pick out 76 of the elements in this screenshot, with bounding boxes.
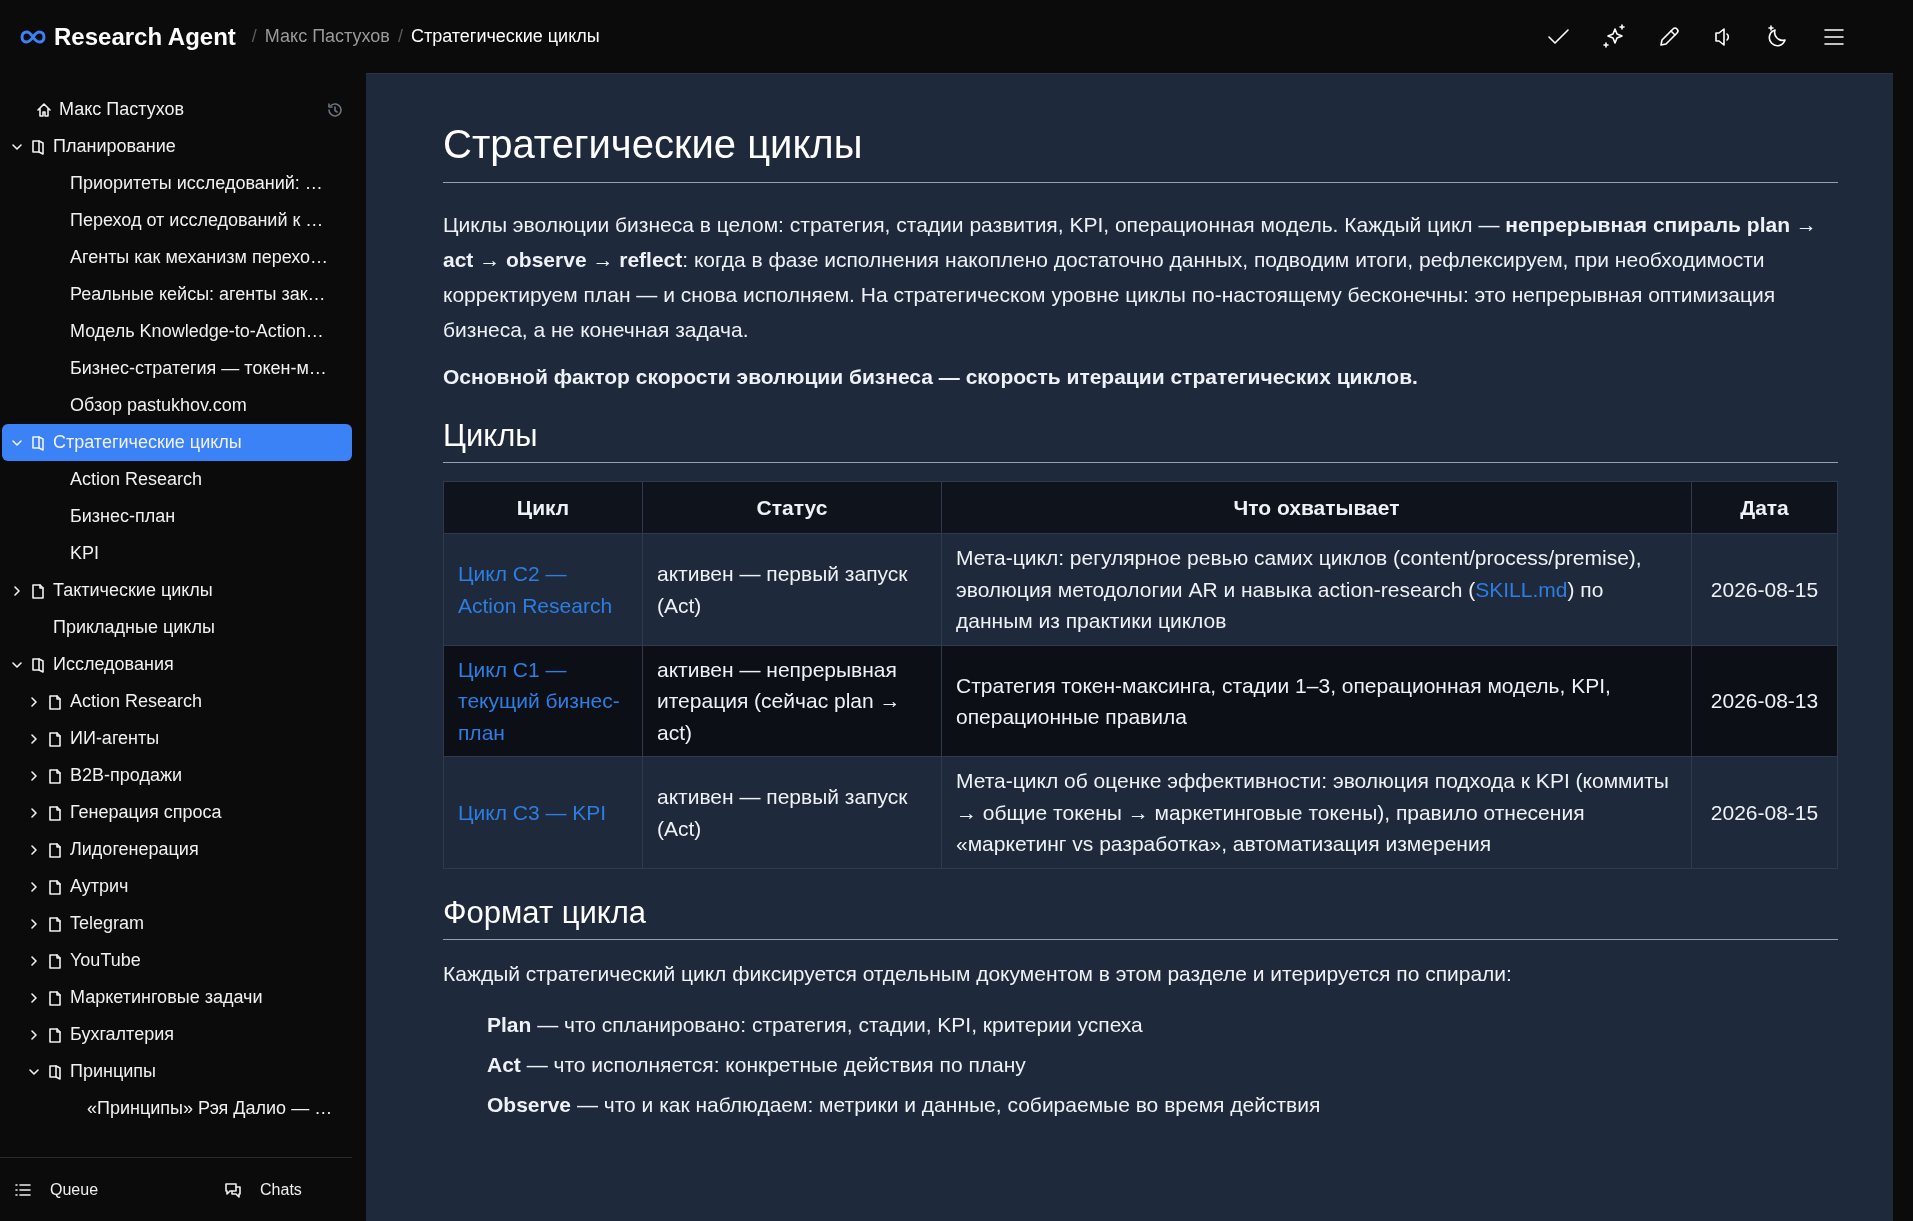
- tree-item[interactable]: «Принципы» Рэя Далио — …: [2, 1090, 352, 1127]
- open-book-icon: [31, 656, 45, 673]
- tree-item[interactable]: Аутрич: [2, 868, 352, 905]
- tree-item[interactable]: Прикладные циклы: [2, 609, 352, 646]
- page-title: Стратегические циклы: [443, 118, 1838, 183]
- tree-item[interactable]: Обзор pastukhov.com: [2, 387, 352, 424]
- page-icon: [48, 841, 62, 858]
- home-link[interactable]: Макс Пастухов: [2, 91, 352, 128]
- breadcrumb-link[interactable]: Стратегические циклы: [410, 23, 600, 50]
- open-book-icon: [48, 1063, 62, 1080]
- tree-item[interactable]: Telegram: [2, 905, 352, 942]
- section-heading: Циклы: [443, 416, 1838, 464]
- breadcrumb-separator: /: [397, 25, 403, 48]
- column-header: Дата: [1691, 481, 1838, 534]
- table-cell: Стратегия токен-максинга, стадии 1–3, операционная модель, KPI, операционные правила: [941, 645, 1692, 757]
- chat-icon: [224, 1180, 243, 1199]
- paragraph: Циклы эволюции бизнеса в целом: стратегия, стадии развития, KPI, операционная модель. Каждый цикл — непрерывная спираль plan → act → observe → reflect: когда в фазе исполнения накоплено достаточно данных, подводим итоги, рефлексируем, при необходимости корректируем план — и снова исполняем. На стратегическом уровне циклы по-настоящему бесконечны: это непрерывная оптимизация бизнеса, а не конечная задача.: [443, 212, 1818, 343]
- list-item: Act — что исполняется: конкретные действия по плану: [487, 1052, 1027, 1079]
- table-cell: активен — первый запуск (Act): [642, 756, 942, 869]
- table-cell: активен — непрерывная итерация (сейчас plan → act): [642, 645, 942, 757]
- table-cell: 2026-08-15: [1691, 756, 1838, 869]
- column-header: Цикл: [443, 481, 643, 534]
- column-header: Что охватывает: [941, 481, 1692, 534]
- table-cell: 2026-08-15: [1691, 533, 1838, 646]
- tree-item[interactable]: Бизнес-стратегия — токен-м…: [2, 350, 352, 387]
- paragraph: Каждый стратегический цикл фиксируется отдельным документом в этом разделе и итерируется по спирали:: [443, 961, 1513, 988]
- breadcrumb-link[interactable]: Макс Пастухов: [264, 23, 390, 50]
- list-item: Observe — что и как наблюдаем: метрики и данные, собираемые во время действия: [487, 1092, 1322, 1119]
- app-title: Research Agent: [54, 21, 236, 52]
- tree-item[interactable]: Модель Knowledge-to-Action…: [2, 313, 352, 350]
- table-cell: активен — первый запуск (Act): [642, 533, 942, 646]
- page-icon: [48, 730, 62, 747]
- tree-item[interactable]: Планирование: [2, 128, 352, 165]
- tree-item[interactable]: Лидогенерация: [2, 831, 352, 868]
- table-cell: 2026-08-13: [1691, 645, 1838, 757]
- column-header: Статус: [642, 481, 942, 534]
- page-icon: [48, 952, 62, 969]
- tree-item[interactable]: Агенты как механизм перехо…: [2, 239, 352, 276]
- tree-item[interactable]: B2B-продажи: [2, 757, 352, 794]
- footer-tab[interactable]: Queue: [14, 1177, 99, 1202]
- tree-item[interactable]: Генерация спроса: [2, 794, 352, 831]
- table-cell: Мета-цикл об оценке эффективности: эволюция подхода к KPI (коммиты → общие токены → маркетинговые токены), правило отнесения «маркетинг vs разработка», автоматизация измерения: [941, 756, 1692, 869]
- breadcrumb-separator: /: [251, 25, 257, 48]
- tree-item[interactable]: Тактические циклы: [2, 572, 352, 609]
- section-heading: Формат цикла: [443, 892, 1838, 941]
- tree-item[interactable]: Маркетинговые задачи: [2, 979, 352, 1016]
- tree-item[interactable]: Бизнес-план: [2, 498, 352, 535]
- footer-tab[interactable]: Chats: [224, 1177, 302, 1202]
- list-item: Plan — что спланировано: стратегия, стадии, KPI, критерии успеха: [487, 1012, 1144, 1039]
- tree-item[interactable]: Action Research: [2, 683, 352, 720]
- paragraph: Основной фактор скорости эволюции бизнеса — скорость итерации стратегических циклов.: [443, 364, 1419, 390]
- home-icon: [36, 101, 52, 118]
- tree-item[interactable]: Приоритеты исследований: …: [2, 165, 352, 202]
- page-icon: [48, 915, 62, 932]
- page-icon: [48, 693, 62, 710]
- tree-item[interactable]: KPI: [2, 535, 352, 572]
- open-book-icon: [31, 138, 45, 155]
- page-icon: [48, 1026, 62, 1043]
- page-icon: [48, 989, 62, 1006]
- infinity-logo-icon: [20, 29, 46, 44]
- page-icon: [48, 804, 62, 821]
- tree-item[interactable]: ИИ-агенты: [2, 720, 352, 757]
- page-icon: [48, 767, 62, 784]
- page-icon: [31, 582, 45, 599]
- tree-item[interactable]: Бухгалтерия: [2, 1016, 352, 1053]
- tree-item[interactable]: Принципы: [2, 1053, 352, 1090]
- tree-item[interactable]: YouTube: [2, 942, 352, 979]
- tree-item[interactable]: Переход от исследований к …: [2, 202, 352, 239]
- tree-item[interactable]: Исследования: [2, 646, 352, 683]
- open-book-icon: [31, 434, 45, 451]
- tree-item[interactable]: Реальные кейсы: агенты зак…: [2, 276, 352, 313]
- history-icon[interactable]: [326, 101, 344, 120]
- tree-item[interactable]: Action Research: [2, 461, 352, 498]
- table-cell: Мета-цикл: регулярное ревью самих циклов (content/process/premise), эволюция методологии AR и навыка action-research (SKILL.md) по данным из практики циклов: [941, 533, 1692, 646]
- page-icon: [48, 878, 62, 895]
- file-link[interactable]: SKILL.md: [1475, 577, 1568, 601]
